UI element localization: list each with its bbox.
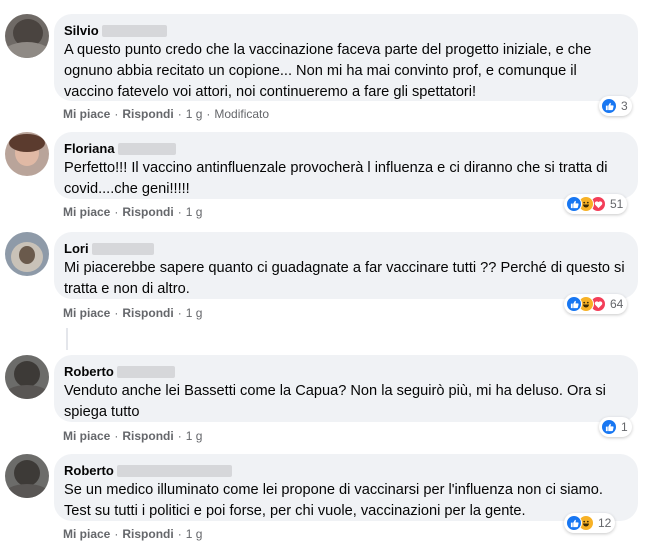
redacted-surname <box>116 365 175 378</box>
comment-actions: Mi piace · Rispondi · 1 g · Modificato <box>63 107 270 121</box>
comment-text: A questo punto credo che la vaccinazione… <box>64 42 592 100</box>
avatar[interactable] <box>5 355 49 399</box>
comment-actions: Mi piace · Rispondi · 1 g <box>63 429 203 443</box>
timestamp[interactable]: 1 g <box>186 306 203 320</box>
reaction-summary[interactable]: 64 <box>564 294 628 314</box>
reaction-count: 1 <box>621 420 628 434</box>
comment-bubble: Silvio A questo punto credo che la vacci… <box>54 14 638 101</box>
reply-button[interactable]: Rispondi <box>122 429 173 443</box>
reaction-count: 3 <box>621 99 628 113</box>
like-button[interactable]: Mi piace <box>63 429 110 443</box>
comment-text: Mi piacerebbe sapere quanto ci guadagnat… <box>64 260 625 297</box>
like-button[interactable]: Mi piace <box>63 527 110 541</box>
like-icon <box>601 98 617 114</box>
reply-button[interactable]: Rispondi <box>122 205 173 219</box>
thread-line <box>66 328 68 350</box>
timestamp[interactable]: 1 g <box>186 205 203 219</box>
like-button[interactable]: Mi piace <box>63 205 110 219</box>
like-icon <box>566 296 582 312</box>
author-name[interactable]: Roberto <box>64 364 114 379</box>
author-name[interactable]: Floriana <box>64 141 115 156</box>
avatar[interactable] <box>5 232 49 276</box>
like-button[interactable]: Mi piace <box>63 306 110 320</box>
redacted-surname <box>116 464 232 477</box>
comment-text: Perfetto!!! Il vaccino antinfluenzale pr… <box>64 160 608 197</box>
comment-bubble: Lori Mi piacerebbe sapere quanto ci guad… <box>54 232 638 299</box>
avatar[interactable] <box>5 132 49 176</box>
comment-text: Venduto anche lei Bassetti come la Capua… <box>64 383 606 420</box>
reply-button[interactable]: Rispondi <box>122 306 173 320</box>
comment-bubble: Roberto Se un medico illuminato come lei… <box>54 454 638 521</box>
reaction-count: 51 <box>610 197 624 211</box>
comment-actions: Mi piace · Rispondi · 1 g <box>63 527 203 541</box>
author-name[interactable]: Roberto <box>64 463 114 478</box>
timestamp[interactable]: 1 g <box>186 107 203 121</box>
like-icon <box>601 419 617 435</box>
author-name[interactable]: Lori <box>64 241 89 256</box>
reply-button[interactable]: Rispondi <box>122 527 173 541</box>
reaction-summary[interactable]: 1 <box>599 417 632 437</box>
like-button[interactable]: Mi piace <box>63 107 110 121</box>
reaction-count: 64 <box>610 297 624 311</box>
comment-actions: Mi piace · Rispondi · 1 g <box>63 205 203 219</box>
timestamp[interactable]: 1 g <box>186 527 203 541</box>
comment-bubble: Floriana Perfetto!!! Il vaccino antinflu… <box>54 132 638 199</box>
timestamp[interactable]: 1 g <box>186 429 203 443</box>
reply-button[interactable]: Rispondi <box>122 107 173 121</box>
comment-text: Se un medico illuminato come lei propone… <box>64 482 603 519</box>
reaction-summary[interactable]: 51 <box>564 194 628 214</box>
comment-actions: Mi piace · Rispondi · 1 g <box>63 306 203 320</box>
avatar[interactable] <box>5 454 49 498</box>
redacted-surname <box>91 242 154 255</box>
like-icon <box>566 515 582 531</box>
redacted-surname <box>101 24 167 37</box>
reaction-summary[interactable]: 12 <box>564 513 616 533</box>
avatar[interactable] <box>5 14 49 58</box>
edited-label[interactable]: Modificato <box>214 107 269 121</box>
reaction-summary[interactable]: 3 <box>599 96 632 116</box>
comment-bubble: Roberto Venduto anche lei Bassetti come … <box>54 355 638 422</box>
like-icon <box>566 196 582 212</box>
reaction-count: 12 <box>598 516 612 530</box>
author-name[interactable]: Silvio <box>64 23 99 38</box>
redacted-surname <box>117 142 176 155</box>
